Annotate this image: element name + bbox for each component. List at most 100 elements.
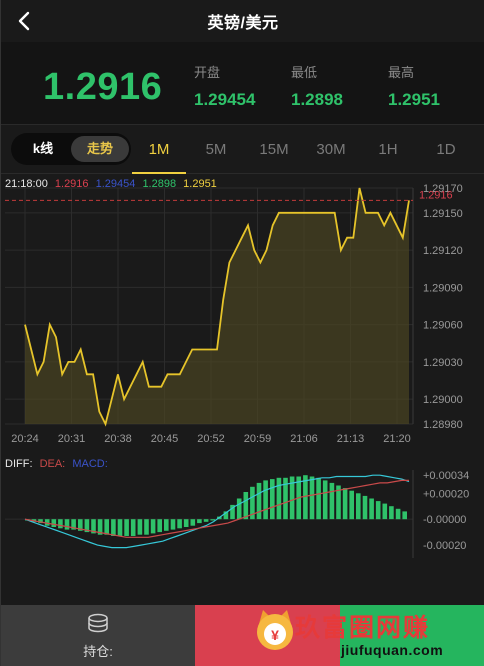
macd-bar [124,519,129,536]
macd-y-tick-label: +0.00034 [423,470,469,482]
watermark-text: 玖富圈网赚 [295,613,431,642]
macd-bar [362,495,368,520]
x-tick-label: 20:31 [58,433,86,445]
current-price: 1.2916 [43,66,163,108]
macd-bar [395,508,401,520]
tab-1m[interactable]: 1M [132,125,186,174]
stat-open-value: 1.29454 [194,90,256,109]
macd-bar [117,519,123,536]
coin-stack-icon [88,613,108,633]
macd-bar [236,498,242,520]
macd-bar [144,519,149,535]
watermark-url: jiufuquan.com [341,642,444,658]
watermark-logo-icon: ¥ [257,610,293,650]
x-tick-label: 20:59 [244,433,272,445]
back-arrow-icon [18,11,30,31]
macd-bar [263,480,268,520]
macd-y-tick-label: +0.00020 [423,488,469,500]
macd-bar [157,519,162,533]
macd-bar [316,477,321,520]
macd-bar [369,498,374,520]
timeframe-tabbar: k线 走势 1M 5M 15M 30M 1H 1D [1,124,484,174]
x-tick-label: 20:24 [11,433,39,445]
macd-bar [203,519,209,522]
tab-15m[interactable]: 15M [247,125,301,174]
price-panel: 1.2916 开盘 1.29454 最低 1.2898 最高 1.2951 [1,42,484,124]
macd-bar [177,519,182,529]
stat-open: 开盘 1.29454 [194,62,255,110]
chart-area[interactable]: 21:18:00 1.2916 1.29454 1.2898 1.2951 1.… [1,174,484,605]
page-title: 英镑/美元 [207,15,279,32]
macd-bar [402,511,407,520]
x-tick-label: 20:38 [104,433,132,445]
macd-bar [322,480,328,520]
app-window: 英镑/美元 1.2916 开盘 1.29454 最低 1.2898 最高 1.2… [0,0,484,666]
x-tick-label: 21:13 [337,433,365,445]
tab-1d[interactable]: 1D [419,125,473,174]
macd-bar [276,477,282,520]
macd-bar [130,519,136,536]
macd-bar [58,519,63,529]
macd-bar [349,490,354,520]
macd-bar [342,488,348,520]
stat-low-value: 1.2898 [291,90,343,109]
y-tick-label: 1.29090 [423,282,463,294]
tab-kline[interactable]: k线 [15,136,71,162]
macd-bar [256,482,262,520]
macd-y-tick-label: -0.00020 [423,540,466,552]
macd-bar [190,519,196,526]
macd-bar [243,492,249,520]
y-tick-label: 1.29120 [423,245,463,257]
macd-bar [329,482,335,520]
macd-bar [210,519,215,521]
price-chart-svg: 1.291701.291501.291201.290901.290601.290… [5,183,463,445]
positions-button[interactable]: 持仓: [1,605,195,666]
macd-bar [356,493,361,520]
macd-chart-svg: +0.00034 +0.00020 -0.00000 -0.00020 [5,470,469,558]
macd-bar [270,479,275,520]
macd-bar [150,519,156,534]
y-tick-label: 1.29060 [423,320,463,332]
y-tick-label: 1.29030 [423,357,463,369]
header-bar: 英镑/美元 [1,0,484,42]
x-tick-label: 21:06 [290,433,318,445]
tab-trend[interactable]: 走势 [71,136,129,162]
stat-open-label: 开盘 [194,65,221,80]
macd-bar [164,519,169,531]
stat-high-label: 最高 [388,65,415,80]
positions-label: 持仓: [83,644,113,659]
macd-bar [309,476,315,520]
x-tick-label: 20:52 [197,433,225,445]
back-button[interactable] [11,8,37,34]
macd-bar [197,519,202,524]
stat-low: 最低 1.2898 [291,62,343,110]
y-tick-label: 1.28980 [423,419,463,431]
macd-bar [64,519,70,530]
x-tick-label: 21:20 [383,433,411,445]
macd-bar [111,519,116,536]
macd-bar [389,506,394,520]
svg-text:¥: ¥ [271,627,279,643]
watermark: ¥ 玖富圈网赚 jiufuquan.com [253,606,484,666]
stat-low-label: 最低 [291,65,318,80]
macd-bar [375,501,381,520]
stat-high-value: 1.2951 [388,90,440,109]
macd-bar [137,519,143,535]
y-tick-label: 1.29000 [423,394,463,406]
tab-5m[interactable]: 5M [189,125,243,174]
chart-mode-toggle: k线 走势 [11,133,131,165]
x-tick-label: 20:45 [151,433,179,445]
last-price-label: 1.2916 [419,189,453,201]
tab-1h[interactable]: 1H [361,125,415,174]
macd-bar [170,519,176,530]
macd-y-tick-label: -0.00000 [423,514,466,526]
tab-30m[interactable]: 30M [304,125,358,174]
macd-bar [51,519,57,527]
price-area-fill [25,188,409,424]
macd-bar [183,519,189,527]
stat-high: 最高 1.2951 [388,62,440,110]
y-tick-label: 1.29150 [423,208,463,220]
macd-bar [303,475,308,520]
macd-bar [382,503,388,520]
macd-bar [104,519,109,535]
